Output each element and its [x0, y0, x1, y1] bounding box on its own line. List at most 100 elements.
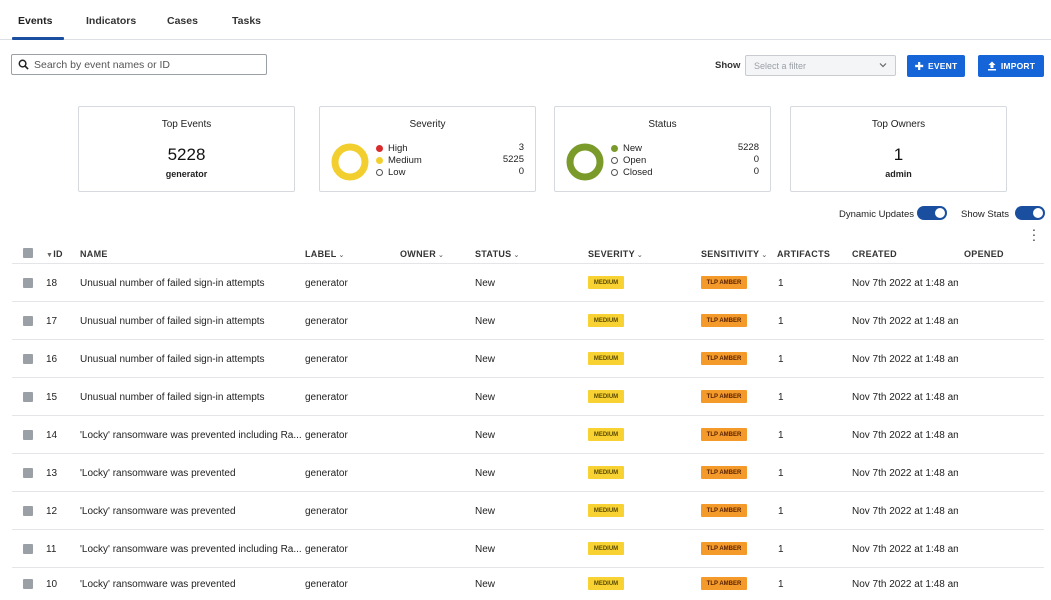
row-checkbox[interactable] — [23, 506, 33, 516]
status-donut-chart — [566, 143, 604, 181]
row-status: New — [475, 392, 496, 403]
row-name[interactable]: 'Locky' ransomware was prevented — [80, 506, 236, 517]
show-stats-toggle[interactable] — [1015, 206, 1045, 220]
table-row[interactable]: 16 Unusual number of failed sign-in atte… — [12, 340, 1044, 378]
low-dot — [376, 168, 383, 176]
table-row[interactable]: 13 'Locky' ransomware was prevented gene… — [12, 454, 1044, 492]
show-label: Show — [715, 60, 741, 71]
row-label: generator — [305, 544, 348, 555]
status-label-open: Open — [623, 154, 647, 166]
chevron-down-icon: ⌄ — [636, 252, 644, 259]
sensitivity-badge: TLP AMBER — [701, 466, 747, 479]
severity-badge: MEDIUM — [588, 504, 624, 517]
column-header-owner[interactable]: OWNER ⌄ — [400, 249, 444, 259]
row-name[interactable]: 'Locky' ransomware was prevented includi… — [80, 430, 302, 441]
column-header-label[interactable]: LABEL ⌄ — [305, 249, 345, 259]
top-owners-card: Top Owners 1 admin — [790, 106, 1007, 192]
row-artifacts: 1 — [778, 544, 784, 555]
add-event-label: EVENT — [928, 61, 958, 71]
high-dot — [376, 144, 383, 152]
import-button[interactable]: IMPORT — [978, 55, 1044, 77]
table-row[interactable]: 18 Unusual number of failed sign-in atte… — [12, 264, 1044, 302]
row-label: generator — [305, 506, 348, 517]
chevron-down-icon — [879, 63, 887, 68]
upload-icon — [987, 61, 996, 71]
column-header-created[interactable]: CREATED — [852, 249, 897, 259]
select-all-checkbox[interactable] — [23, 248, 33, 258]
severity-label-low: Low — [388, 166, 406, 178]
add-event-button[interactable]: ✚ EVENT — [907, 55, 965, 77]
sensitivity-badge: TLP AMBER — [701, 352, 747, 365]
top-owners-name: admin — [885, 169, 912, 179]
column-header-artifacts[interactable]: ARTIFACTS — [777, 249, 830, 259]
status-card: Status New Open Closed 5228 0 0 — [554, 106, 771, 192]
severity-card: Severity High Medium Low 3 5225 0 — [319, 106, 536, 192]
search-icon — [18, 59, 29, 70]
tab-cases[interactable]: Cases — [167, 15, 198, 27]
row-label: generator — [305, 430, 348, 441]
row-id: 14 — [46, 430, 58, 441]
row-name[interactable]: Unusual number of failed sign-in attempt… — [80, 316, 265, 327]
severity-badge: MEDIUM — [588, 466, 624, 479]
severity-badge: MEDIUM — [588, 577, 624, 590]
column-header-status[interactable]: STATUS ⌄ — [475, 249, 520, 259]
active-tab-indicator — [12, 37, 64, 40]
table-row[interactable]: 12 'Locky' ransomware was prevented gene… — [12, 492, 1044, 530]
column-header-sensitivity[interactable]: SENSITIVITY ⌄ — [701, 249, 767, 259]
row-id: 10 — [46, 579, 58, 590]
row-label: generator — [305, 354, 348, 365]
column-header-name[interactable]: NAME — [80, 249, 108, 259]
row-name[interactable]: Unusual number of failed sign-in attempt… — [80, 278, 265, 289]
tab-events[interactable]: Events — [18, 15, 52, 27]
row-checkbox[interactable] — [23, 544, 33, 554]
row-id: 18 — [46, 278, 58, 289]
tab-tasks[interactable]: Tasks — [232, 15, 261, 27]
row-checkbox[interactable] — [23, 354, 33, 364]
column-header-id[interactable]: ▼ID — [44, 249, 63, 259]
row-status: New — [475, 316, 496, 327]
row-checkbox[interactable] — [23, 392, 33, 402]
row-name[interactable]: 'Locky' ransomware was prevented — [80, 468, 236, 479]
row-status: New — [475, 430, 496, 441]
column-header-opened[interactable]: OPENED — [964, 249, 1004, 259]
row-created: Nov 7th 2022 at 1:48 am — [852, 468, 958, 479]
search-box[interactable] — [11, 54, 267, 75]
tab-bar: Events Indicators Cases Tasks — [0, 0, 1051, 40]
row-artifacts: 1 — [778, 354, 784, 365]
row-name[interactable]: 'Locky' ransomware was prevented — [80, 579, 236, 590]
search-input[interactable] — [34, 58, 254, 71]
status-legend: New Open Closed — [611, 142, 653, 178]
more-options-icon[interactable]: · · · — [1031, 222, 1037, 246]
row-name[interactable]: 'Locky' ransomware was prevented includi… — [80, 544, 302, 555]
table-row[interactable]: 14 'Locky' ransomware was prevented incl… — [12, 416, 1044, 454]
status-label-closed: Closed — [623, 166, 653, 178]
row-checkbox[interactable] — [23, 430, 33, 440]
row-name[interactable]: Unusual number of failed sign-in attempt… — [80, 392, 265, 403]
row-name[interactable]: Unusual number of failed sign-in attempt… — [80, 354, 265, 365]
row-checkbox[interactable] — [23, 579, 33, 589]
column-header-severity[interactable]: SEVERITY ⌄ — [588, 249, 643, 259]
dynamic-updates-toggle[interactable] — [917, 206, 947, 220]
row-checkbox[interactable] — [23, 278, 33, 288]
row-status: New — [475, 506, 496, 517]
table-row[interactable]: 10 'Locky' ransomware was prevented gene… — [12, 568, 1044, 600]
import-label: IMPORT — [1000, 61, 1036, 71]
table-row[interactable]: 11 'Locky' ransomware was prevented incl… — [12, 530, 1044, 568]
row-label: generator — [305, 278, 348, 289]
card-title: Top Owners — [871, 119, 926, 130]
row-artifacts: 1 — [778, 392, 784, 403]
filter-select[interactable]: Select a filter — [745, 55, 896, 76]
row-checkbox[interactable] — [23, 468, 33, 478]
status-label-new: New — [623, 142, 643, 154]
table-row[interactable]: 15 Unusual number of failed sign-in atte… — [12, 378, 1044, 416]
row-id: 12 — [46, 506, 58, 517]
plus-icon: ✚ — [914, 60, 925, 73]
tab-indicators[interactable]: Indicators — [86, 15, 136, 27]
severity-label-medium: Medium — [388, 154, 422, 166]
table-row[interactable]: 17 Unusual number of failed sign-in atte… — [12, 302, 1044, 340]
chevron-down-icon: ⌄ — [438, 252, 445, 259]
toggle-knob — [935, 208, 945, 218]
row-artifacts: 1 — [778, 506, 784, 517]
row-id: 17 — [46, 316, 58, 327]
row-checkbox[interactable] — [23, 316, 33, 326]
